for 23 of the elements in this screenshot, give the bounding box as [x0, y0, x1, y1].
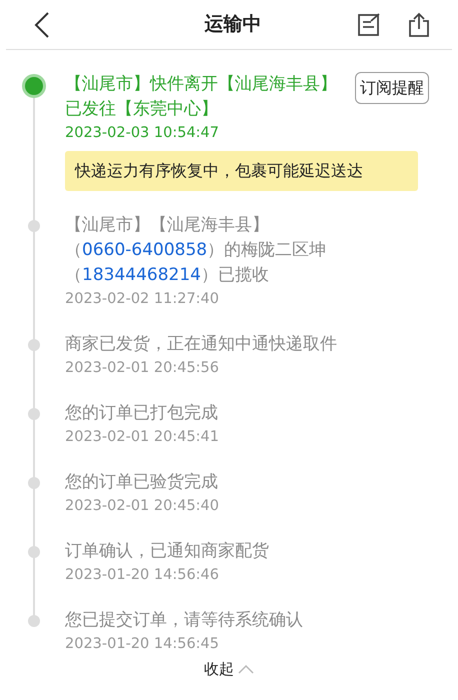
notice-banner: 快递运力有序恢复中，包裹可能延迟送达 [65, 151, 418, 191]
event-text: 商家已发货，正在通知中通快递取件 [65, 333, 338, 356]
event-time: 2023-02-01 20:45:56 [65, 359, 220, 378]
page-title: 运输中 [204, 12, 262, 38]
event-text: 【汕尾市】【汕尾海丰县】（0660-6400858）的梅陇二区坤（18344468214）已揽收 [65, 214, 328, 287]
share-icon[interactable] [406, 12, 432, 38]
collapse-link[interactable]: 收起 [204, 659, 234, 679]
back-button[interactable] [34, 12, 50, 38]
event-time: 2023-02-01 20:45:41 [65, 428, 220, 447]
event-time: 2023-02-03 10:54:47 [65, 124, 220, 143]
event-text: 订单确认，已通知商家配货 [65, 540, 270, 563]
phone-link[interactable]: 18344468214 [82, 265, 201, 285]
event-time: 2023-01-20 14:56:45 [65, 635, 220, 654]
event-time: 2023-02-02 11:27:40 [65, 290, 220, 309]
event-time: 2023-01-20 14:56:46 [65, 566, 220, 585]
subscribe-button[interactable]: 订阅提醒 [355, 72, 429, 104]
event-time: 2023-02-01 20:45:40 [65, 497, 220, 516]
event-text: 您已提交订单，请等待系统确认 [65, 609, 304, 632]
edit-icon[interactable] [356, 12, 382, 38]
event-text: 您的订单已打包完成 [65, 402, 219, 425]
event-text: 您的订单已验货完成 [65, 471, 219, 494]
phone-link[interactable]: 0660-6400858 [82, 240, 208, 260]
event-text: 【汕尾市】快件离开【汕尾海丰县】已发往【东莞中心】 [65, 73, 338, 121]
